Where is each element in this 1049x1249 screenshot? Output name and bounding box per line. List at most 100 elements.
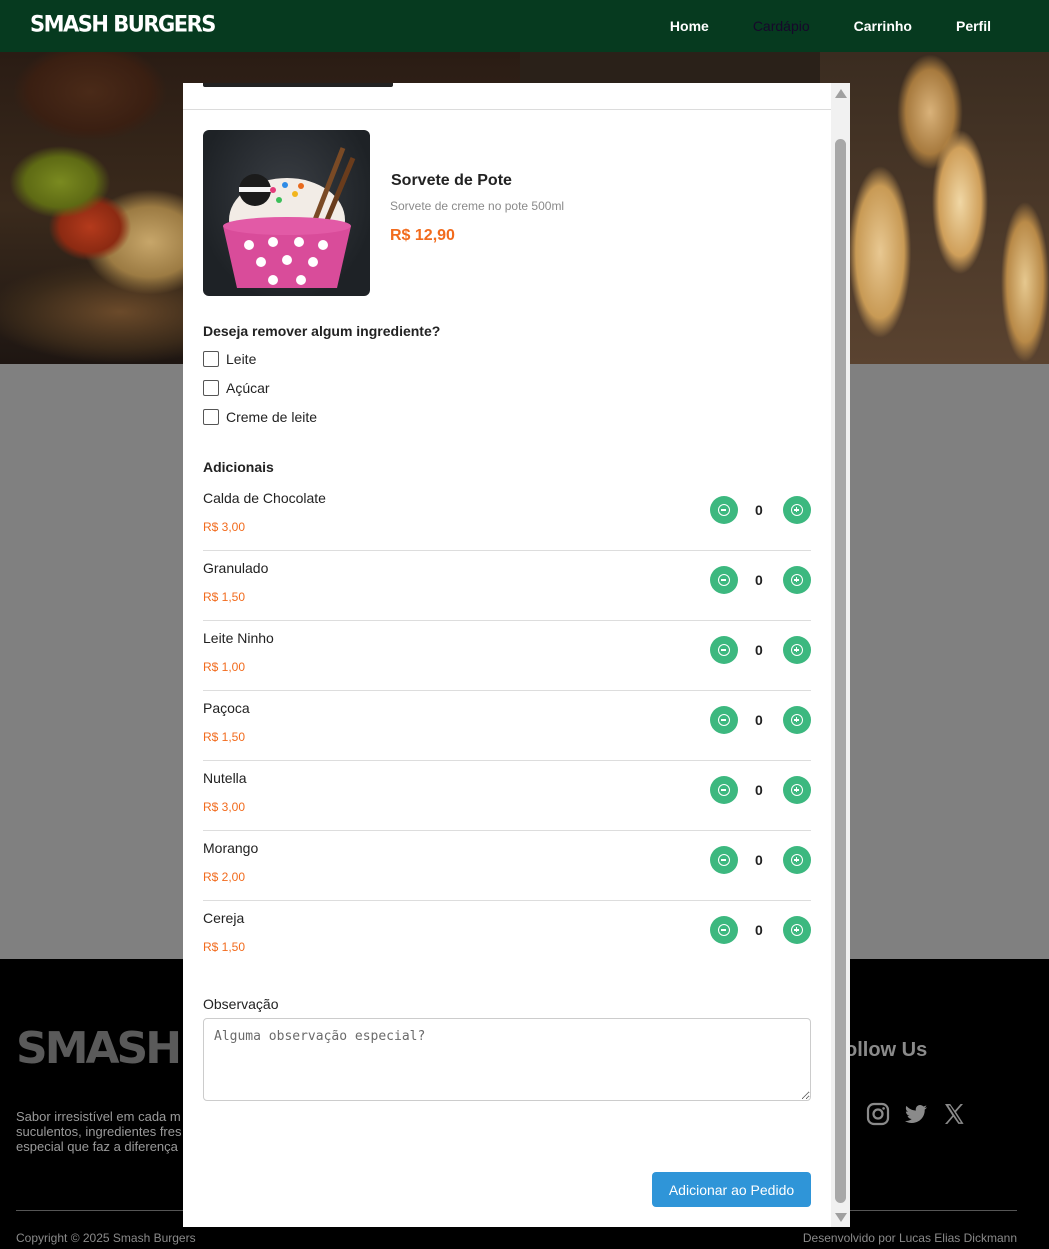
addon-price: R$ 1,50 — [203, 590, 246, 604]
addon-name: Calda de Chocolate — [203, 490, 326, 506]
decrease-button[interactable] — [710, 636, 738, 664]
ingredient-checkbox[interactable] — [203, 351, 219, 367]
minus-icon — [718, 504, 730, 516]
plus-icon — [791, 924, 803, 936]
addon-name: Paçoca — [203, 700, 250, 716]
ingredient-option[interactable]: Açúcar — [203, 380, 270, 396]
add-to-order-button[interactable]: Adicionar ao Pedido — [652, 1172, 811, 1207]
increase-button[interactable] — [783, 846, 811, 874]
scroll-down-arrow-icon[interactable] — [835, 1213, 847, 1222]
ice-cream-cup-illustration — [223, 147, 356, 288]
addon-row: Calda de Chocolate R$ 3,00 0 — [203, 481, 811, 551]
footer-divider — [849, 1210, 1017, 1211]
footer-about: Sabor irresistível em cada m suculentos,… — [16, 1109, 191, 1154]
addon-quantity: 0 — [755, 922, 763, 938]
addon-row: Paçoca R$ 1,50 0 — [203, 691, 811, 761]
addon-name: Nutella — [203, 770, 247, 786]
ingredient-checkbox[interactable] — [203, 409, 219, 425]
footer-about-line: Sabor irresistível em cada m — [16, 1109, 181, 1124]
minus-icon — [718, 714, 730, 726]
plus-icon — [791, 784, 803, 796]
minus-icon — [718, 574, 730, 586]
product-price: R$ 12,90 — [390, 227, 455, 244]
ingredient-label: Açúcar — [226, 380, 270, 396]
x-icon[interactable] — [942, 1102, 966, 1126]
ingredient-checkbox[interactable] — [203, 380, 219, 396]
decrease-button[interactable] — [710, 496, 738, 524]
product-name: Sorvete de Pote — [391, 172, 512, 189]
modal-scrollbar-thumb[interactable] — [835, 139, 846, 1203]
scroll-up-arrow-icon[interactable] — [835, 89, 847, 98]
footer-about-line: especial que faz a diferença — [16, 1139, 178, 1154]
modal-title-clipped — [203, 83, 393, 87]
footer-about-line: suculentos, ingredientes fres — [16, 1124, 182, 1139]
instagram-icon[interactable] — [866, 1102, 890, 1126]
ingredient-label: Creme de leite — [226, 409, 318, 425]
increase-button[interactable] — [783, 706, 811, 734]
navbar: SMASH BURGERS Home Cardápio Carrinho Per… — [0, 0, 1049, 52]
increase-button[interactable] — [783, 636, 811, 664]
nav-link-cardapio[interactable]: Cardápio — [753, 18, 810, 34]
logo[interactable]: SMASH BURGERS — [30, 11, 216, 36]
ingredient-option[interactable]: Leite — [203, 351, 256, 367]
decrease-button[interactable] — [710, 846, 738, 874]
hero-fries-image — [820, 52, 1049, 364]
addon-price: R$ 3,00 — [203, 800, 246, 814]
increase-button[interactable] — [783, 496, 811, 524]
addon-row: Granulado R$ 1,50 0 — [203, 551, 811, 621]
addon-name: Granulado — [203, 560, 269, 576]
decrease-button[interactable] — [710, 776, 738, 804]
nav-links: Home Cardápio Carrinho Perfil — [670, 0, 991, 52]
addon-price: R$ 3,00 — [203, 520, 246, 534]
addon-row: Cereja R$ 1,50 0 — [203, 901, 811, 971]
addon-name: Cereja — [203, 910, 245, 926]
addon-row: Morango R$ 2,00 0 — [203, 831, 811, 901]
addon-price: R$ 1,50 — [203, 940, 246, 954]
addons-title: Adicionais — [203, 459, 274, 475]
nav-link-home[interactable]: Home — [670, 18, 709, 34]
addon-price: R$ 1,50 — [203, 730, 246, 744]
addon-row: Nutella R$ 3,00 0 — [203, 761, 811, 831]
minus-icon — [718, 644, 730, 656]
modal-header — [183, 83, 831, 110]
product-description: Sorvete de creme no pote 500ml — [390, 199, 565, 213]
plus-icon — [791, 644, 803, 656]
decrease-button[interactable] — [710, 706, 738, 734]
product-modal: Sorvete de Pote Sorvete de creme no pote… — [183, 83, 850, 1227]
minus-icon — [718, 924, 730, 936]
product-image — [203, 130, 370, 296]
observation-label: Observação — [203, 996, 279, 1012]
ingredient-option[interactable]: Creme de leite — [203, 409, 317, 425]
plus-icon — [791, 714, 803, 726]
footer-divider — [16, 1210, 183, 1211]
ingredient-label: Leite — [226, 351, 257, 367]
minus-icon — [718, 854, 730, 866]
addon-quantity: 0 — [755, 572, 763, 588]
footer-copyright: Copyright © 2025 Smash Burgers — [16, 1231, 196, 1245]
increase-button[interactable] — [783, 566, 811, 594]
addon-row: Leite Ninho R$ 1,00 0 — [203, 621, 811, 691]
nav-link-perfil[interactable]: Perfil — [956, 18, 991, 34]
addon-price: R$ 1,00 — [203, 660, 246, 674]
increase-button[interactable] — [783, 916, 811, 944]
footer-developer: Desenvolvido por Lucas Elias Dickmann — [802, 1231, 1017, 1245]
addon-name: Leite Ninho — [203, 630, 274, 646]
observation-textarea[interactable] — [203, 1018, 811, 1101]
footer-follow-title: ollow Us — [845, 1039, 928, 1061]
twitter-icon[interactable] — [904, 1102, 928, 1126]
addon-quantity: 0 — [755, 852, 763, 868]
decrease-button[interactable] — [710, 916, 738, 944]
nav-link-carrinho[interactable]: Carrinho — [854, 18, 912, 34]
plus-icon — [791, 854, 803, 866]
addon-quantity: 0 — [755, 642, 763, 658]
addon-quantity: 0 — [755, 502, 763, 518]
addon-quantity: 0 — [755, 712, 763, 728]
remove-ingredients-title: Deseja remover algum ingrediente? — [203, 323, 441, 339]
social-links — [838, 1102, 966, 1126]
plus-icon — [791, 574, 803, 586]
addon-price: R$ 2,00 — [203, 870, 246, 884]
increase-button[interactable] — [783, 776, 811, 804]
addon-name: Morango — [203, 840, 259, 856]
plus-icon — [791, 504, 803, 516]
decrease-button[interactable] — [710, 566, 738, 594]
